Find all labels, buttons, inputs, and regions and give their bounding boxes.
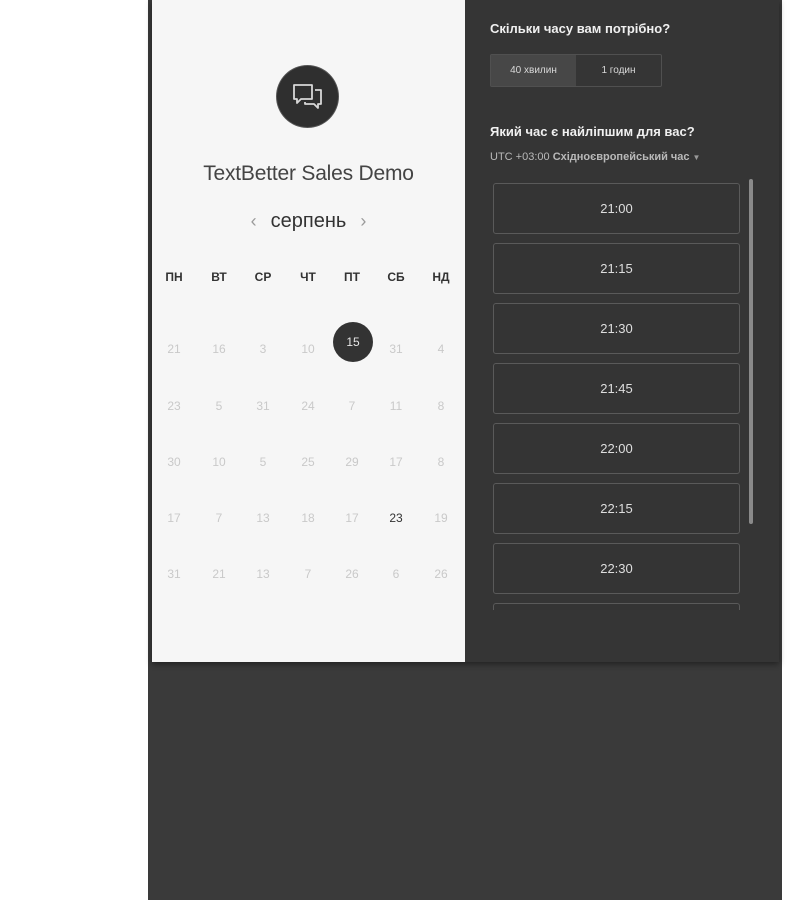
event-logo xyxy=(277,66,338,127)
time-slot[interactable]: 21:15 xyxy=(493,243,740,294)
timezone-offset: UTC +03:00 xyxy=(490,151,550,163)
timezone-name: Східноєвропейський час xyxy=(552,151,690,163)
calendar-day: 3 xyxy=(259,342,267,356)
time-panel: Скільки часу вам потрібно? 40 хвилин 1 г… xyxy=(465,0,779,662)
caret-down-icon: ▼ xyxy=(692,153,701,162)
weekday-label: НД xyxy=(432,270,450,284)
chat-bubbles-icon xyxy=(293,84,322,109)
time-slot-list[interactable]: 21:00 21:15 21:30 21:45 22:00 22:15 22:3… xyxy=(493,183,744,610)
calendar-day: 19 xyxy=(434,511,448,525)
time-slot[interactable]: 21:45 xyxy=(493,363,740,414)
calendar-day: 17 xyxy=(345,511,359,525)
calendar-day-available[interactable]: 23 xyxy=(376,498,416,538)
calendar-day: 18 xyxy=(301,511,315,525)
event-title: TextBetter Sales Demo xyxy=(203,162,414,185)
calendar-day: 21 xyxy=(167,342,181,356)
duration-toggle: 40 хвилин 1 годин xyxy=(490,54,662,87)
calendar-day: 13 xyxy=(256,511,270,525)
calendar-day: 30 xyxy=(167,455,181,469)
timezone-selector[interactable]: UTC +03:00 Східноєвропейський час ▼ xyxy=(490,151,700,163)
calendar-day: 17 xyxy=(167,511,181,525)
calendar-day: 4 xyxy=(437,342,445,356)
time-slot[interactable] xyxy=(493,603,740,610)
calendar-day: 25 xyxy=(301,455,315,469)
calendar-day: 31 xyxy=(256,399,270,413)
calendar-day-selected[interactable]: 15 xyxy=(333,322,373,362)
month-label: серпень xyxy=(270,209,347,232)
time-question: Який час є найліпшим для вас? xyxy=(490,124,695,139)
chevron-left-icon[interactable]: ‹ xyxy=(247,211,261,232)
calendar-day: 10 xyxy=(301,342,315,356)
time-slot[interactable]: 22:30 xyxy=(493,543,740,594)
scheduler-card: TextBetter Sales Demo ‹ серпень › ПН ВТ … xyxy=(152,0,779,662)
calendar-day: 8 xyxy=(437,455,445,469)
time-slot[interactable]: 21:00 xyxy=(493,183,740,234)
weekday-label: ПТ xyxy=(344,270,360,284)
weekday-header: ПН ВТ СР ЧТ ПТ СБ НД xyxy=(152,270,465,288)
calendar-panel: TextBetter Sales Demo ‹ серпень › ПН ВТ … xyxy=(152,0,465,662)
calendar-day: 7 xyxy=(304,567,312,581)
calendar-day: 16 xyxy=(212,342,226,356)
calendar-day: 31 xyxy=(389,342,403,356)
calendar-day: 7 xyxy=(215,511,223,525)
calendar-day: 26 xyxy=(434,567,448,581)
weekday-label: ЧТ xyxy=(300,270,316,284)
duration-option-40-min[interactable]: 40 хвилин xyxy=(491,55,576,86)
calendar-day: 7 xyxy=(348,399,356,413)
calendar-day: 13 xyxy=(256,567,270,581)
weekday-label: СБ xyxy=(387,270,405,284)
calendar-day: 21 xyxy=(212,567,226,581)
calendar-day: 31 xyxy=(167,567,181,581)
calendar-day: 11 xyxy=(389,399,403,413)
chevron-right-icon[interactable]: › xyxy=(356,211,370,232)
calendar-day: 23 xyxy=(167,399,181,413)
time-slot[interactable]: 22:15 xyxy=(493,483,740,534)
calendar-day: 5 xyxy=(259,455,267,469)
weekday-label: СР xyxy=(254,270,272,284)
weekday-label: ВТ xyxy=(211,270,227,284)
calendar-day: 8 xyxy=(437,399,445,413)
time-slot[interactable]: 22:00 xyxy=(493,423,740,474)
slot-list-scrollbar[interactable] xyxy=(749,179,753,524)
calendar-day: 24 xyxy=(301,399,315,413)
duration-question: Скільки часу вам потрібно? xyxy=(490,21,671,36)
calendar-day: 5 xyxy=(215,399,223,413)
time-slot[interactable]: 21:30 xyxy=(493,303,740,354)
duration-option-1-hour[interactable]: 1 годин xyxy=(576,55,661,86)
calendar-day: 10 xyxy=(212,455,226,469)
calendar-day: 6 xyxy=(392,567,400,581)
calendar-day: 29 xyxy=(345,455,359,469)
month-navigation: ‹ серпень › xyxy=(152,208,465,234)
calendar-day: 17 xyxy=(389,455,403,469)
weekday-label: ПН xyxy=(165,270,183,284)
calendar-day: 26 xyxy=(345,567,359,581)
